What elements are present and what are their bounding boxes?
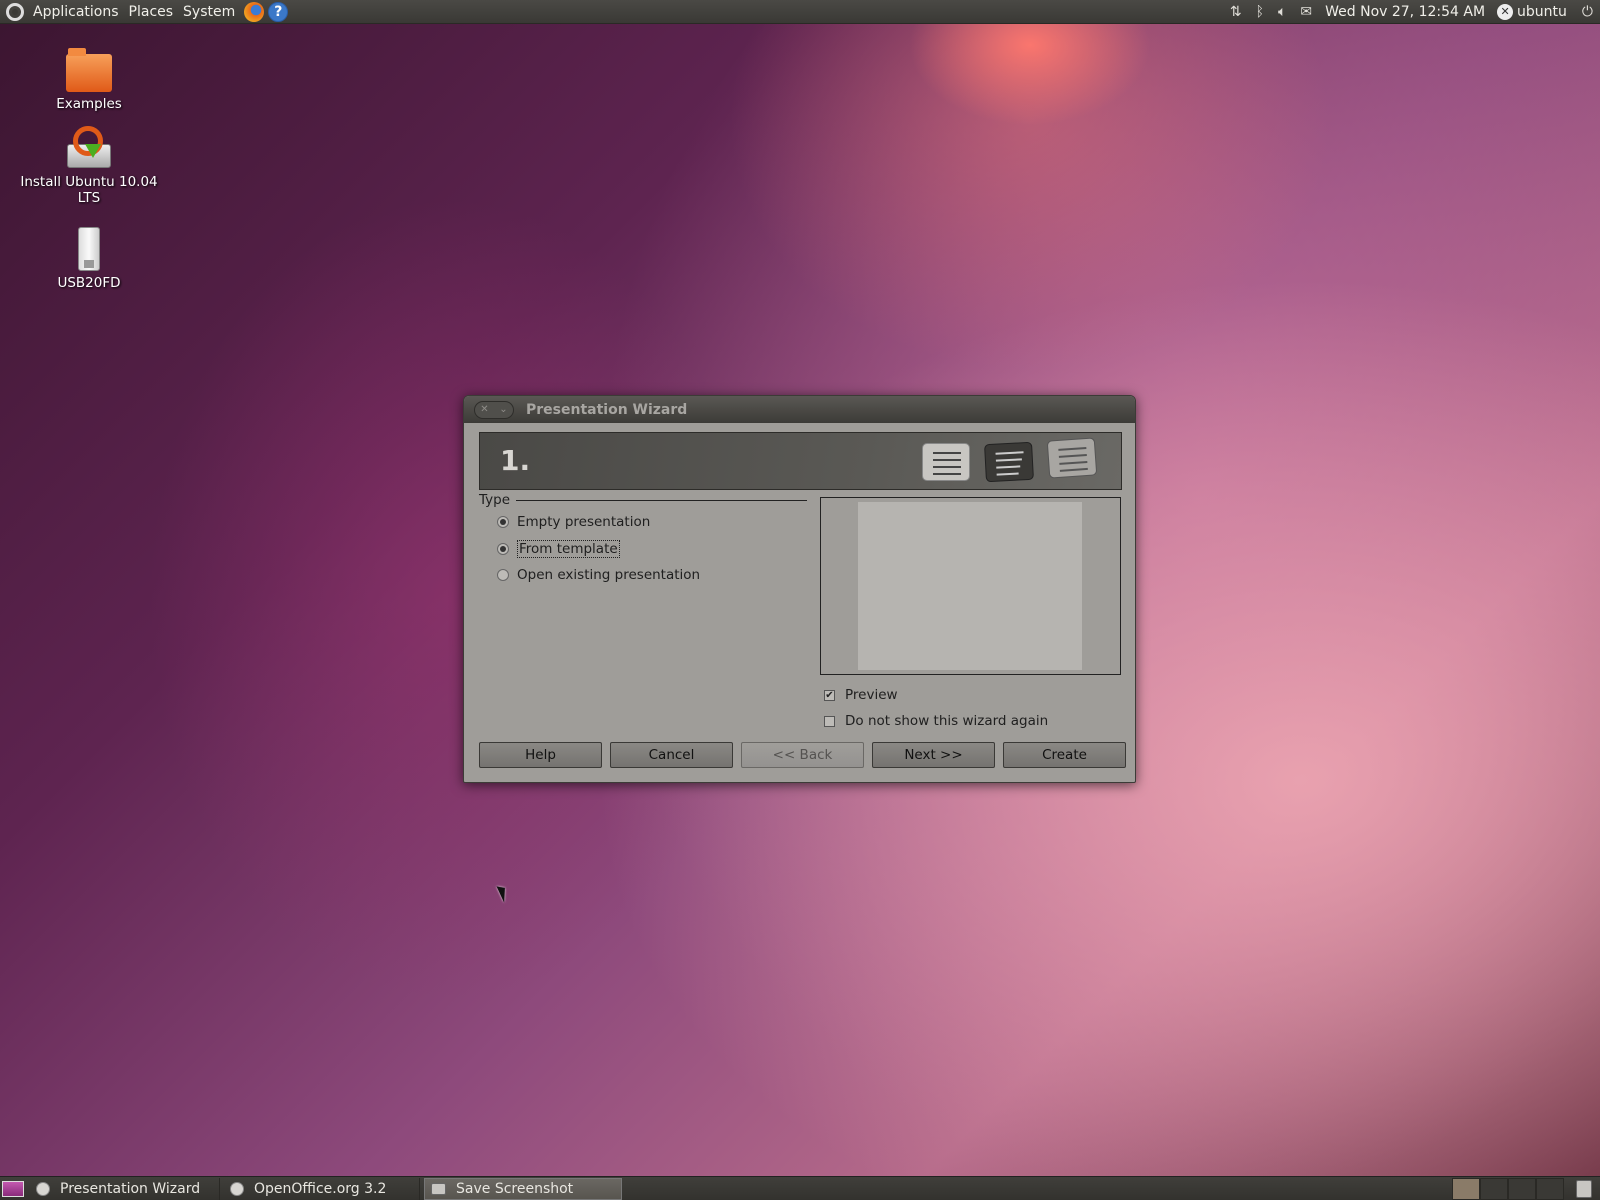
trash-icon[interactable] bbox=[1576, 1179, 1592, 1198]
folder-icon bbox=[66, 48, 112, 92]
create-button[interactable]: Create bbox=[1003, 742, 1126, 768]
no-show-label: Do not show this wizard again bbox=[845, 713, 1049, 729]
slide-outline-dark-icon bbox=[984, 441, 1034, 483]
preview-label: Preview bbox=[845, 687, 898, 703]
preview-checkbox[interactable]: ✔ bbox=[824, 689, 835, 701]
radio-label: Empty presentation bbox=[517, 514, 651, 530]
next-button[interactable]: Next >> bbox=[872, 742, 995, 768]
preview-checkbox-row[interactable]: ✔ Preview bbox=[824, 687, 898, 703]
openoffice-icon bbox=[36, 1181, 50, 1196]
power-icon[interactable]: ⏻ bbox=[1582, 4, 1593, 20]
workspace-4[interactable] bbox=[1536, 1177, 1564, 1200]
dialog-titlebar[interactable]: ✕ ⌄ Presentation Wizard bbox=[464, 396, 1135, 423]
places-menu[interactable]: Places bbox=[124, 0, 179, 24]
presentation-wizard-dialog: ✕ ⌄ Presentation Wizard 1. Type Empty pr… bbox=[463, 395, 1136, 783]
desktop-icon-label: USB20FD bbox=[57, 275, 121, 291]
no-show-checkbox[interactable] bbox=[824, 715, 835, 727]
preview-area bbox=[820, 497, 1121, 675]
firefox-icon[interactable] bbox=[244, 1, 265, 22]
help-button[interactable]: Help bbox=[479, 742, 602, 768]
desktop-icon-label: Examples bbox=[56, 96, 122, 112]
network-icon[interactable]: ⇅ bbox=[1230, 4, 1242, 20]
no-show-checkbox-row[interactable]: Do not show this wizard again bbox=[824, 713, 1048, 729]
slide-outline-icon bbox=[922, 443, 970, 481]
slide-notes-icon bbox=[1046, 437, 1098, 479]
desktop-icon-label: Install Ubuntu 10.04 LTS bbox=[20, 174, 158, 206]
ubuntu-logo-icon[interactable] bbox=[6, 2, 24, 21]
system-menu[interactable]: System bbox=[178, 0, 240, 24]
radio-open-existing[interactable]: Open existing presentation bbox=[497, 567, 700, 583]
type-group-label: Type bbox=[479, 492, 511, 508]
task-label: Save Screenshot bbox=[456, 1180, 574, 1197]
workspace-1[interactable] bbox=[1452, 1177, 1480, 1200]
applications-menu[interactable]: Applications bbox=[28, 0, 124, 24]
minimize-icon[interactable]: ⌄ bbox=[499, 404, 507, 415]
mail-icon[interactable]: ✉ bbox=[1300, 4, 1312, 20]
task-presentation-wizard[interactable]: Presentation Wizard bbox=[30, 1177, 220, 1200]
mouse-cursor-icon bbox=[496, 883, 511, 903]
radio-button[interactable] bbox=[497, 543, 509, 555]
preview-slide bbox=[858, 502, 1082, 670]
window-controls: ✕ ⌄ bbox=[474, 400, 514, 419]
show-desktop-icon[interactable] bbox=[2, 1180, 24, 1197]
workspace-3[interactable] bbox=[1508, 1177, 1536, 1200]
radio-label: Open existing presentation bbox=[517, 567, 701, 583]
task-label: OpenOffice.org 3.2 bbox=[254, 1180, 387, 1197]
openoffice-icon bbox=[230, 1181, 244, 1196]
volume-icon[interactable]: 🔈︎ bbox=[1278, 4, 1286, 20]
radio-button[interactable] bbox=[497, 516, 509, 528]
cancel-button[interactable]: Cancel bbox=[610, 742, 733, 768]
bluetooth-icon[interactable]: ᛒ bbox=[1256, 4, 1264, 20]
installer-icon bbox=[65, 126, 113, 170]
bottom-panel: Presentation Wizard OpenOffice.org 3.2 S… bbox=[0, 1176, 1600, 1200]
help-icon[interactable]: ? bbox=[268, 1, 289, 22]
desktop-icon-install-ubuntu[interactable]: Install Ubuntu 10.04 LTS bbox=[19, 126, 159, 206]
dialog-title: Presentation Wizard bbox=[526, 401, 688, 418]
clock[interactable]: Wed Nov 27, 12:54 AM bbox=[1325, 4, 1485, 20]
wizard-banner: 1. bbox=[479, 432, 1122, 490]
radio-label: From template bbox=[517, 540, 620, 558]
task-save-screenshot[interactable]: Save Screenshot bbox=[424, 1177, 622, 1200]
close-icon[interactable]: ✕ bbox=[480, 404, 488, 415]
user-menu[interactable]: ubuntu bbox=[1517, 4, 1567, 20]
workspace-switcher bbox=[1452, 1177, 1564, 1200]
type-group-divider bbox=[516, 500, 807, 501]
task-openoffice[interactable]: OpenOffice.org 3.2 bbox=[224, 1177, 420, 1200]
camera-icon bbox=[431, 1182, 446, 1195]
desktop-icon-usb20fd[interactable]: USB20FD bbox=[19, 227, 159, 291]
workspace-2[interactable] bbox=[1480, 1177, 1508, 1200]
back-button[interactable]: << Back bbox=[741, 742, 864, 768]
task-label: Presentation Wizard bbox=[60, 1180, 201, 1197]
user-status-icon[interactable]: ✕ bbox=[1497, 3, 1514, 20]
desktop-icon-examples[interactable]: Examples bbox=[19, 48, 159, 112]
radio-empty-presentation[interactable]: Empty presentation bbox=[497, 514, 650, 530]
radio-from-template[interactable]: From template bbox=[497, 540, 620, 558]
radio-button[interactable] bbox=[497, 569, 509, 581]
step-number: 1. bbox=[500, 444, 531, 477]
usb-drive-icon bbox=[78, 227, 100, 271]
top-panel: Applications Places System ? ⇅ ᛒ 🔈︎ ✉ We… bbox=[0, 0, 1600, 24]
